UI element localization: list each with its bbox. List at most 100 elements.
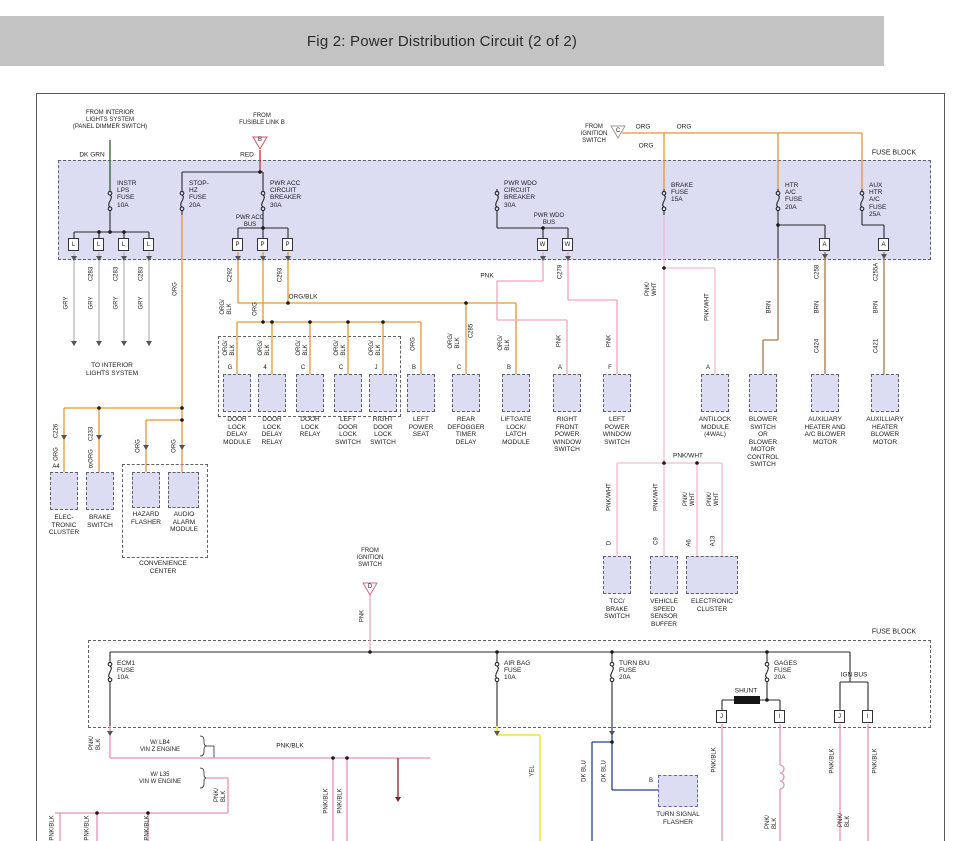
label-wires-door_drops-0: ORG/ BLK <box>223 340 237 355</box>
label-wires-defog_orgblk: ORG/ BLK <box>448 333 462 348</box>
label-fuse_block1-fuses-1: STOP- HZ FUSE 20A <box>189 180 209 209</box>
label-wires-pnkblk_v-8: PNK/ BLK <box>838 813 852 827</box>
label-mid_components-1-label: VEHICLE SPEED SENSOR BUFFER <box>650 598 678 628</box>
label-components-9-label: LEFT POWER WINDOW SWITCH <box>603 416 632 446</box>
component-box <box>701 374 729 412</box>
wires-brown <box>763 252 884 374</box>
label-wires-dk_grn: DK GRN <box>79 152 104 159</box>
label-wires-pnk-0: PNK <box>557 335 564 347</box>
label-components-1-pin: 4 <box>263 365 266 371</box>
source-triangles <box>253 126 625 595</box>
label-fuse_block2-ign_bus: IGN BUS <box>841 672 868 679</box>
label-fuse_block1-pwr_wdo_bus: PWR WDO BUS <box>534 213 564 227</box>
label-wires-gry-0: GRY <box>64 297 71 310</box>
label-turn_signal_flasher-pin: B <box>649 778 653 784</box>
component-box <box>749 374 777 412</box>
component-box <box>132 472 160 508</box>
component-box <box>86 472 114 510</box>
component-box <box>553 374 581 412</box>
label-components-3-pin: C <box>339 365 343 371</box>
label-fuse_block1-fuses-6: AUX HTR A/C FUSE 25A <box>869 182 886 218</box>
label-wires-org_left-3: ORG <box>172 439 179 453</box>
label-components-7-label: LIFTGATE LOCK/ LATCH MODULE <box>501 416 532 446</box>
label-mid_components-2-pin2: A13 <box>711 536 718 547</box>
label-wires-engine_z: W/ LB4 VIN Z ENGINE <box>140 740 180 754</box>
connector-pin: P <box>282 238 293 251</box>
label-left_components-3-label: AUDIO ALARM MODULE <box>170 511 198 534</box>
label-wires-org_left-0: ORG <box>54 447 61 461</box>
label-wires-liftgate_orgblk: ORG/ BLK <box>498 335 512 350</box>
component-box <box>168 472 199 508</box>
label-wires-brn-2: BRN <box>874 301 881 314</box>
label-fuse_block2-fuses-0: ECM1 FUSE 10A <box>117 660 135 682</box>
label-components-5-label: LEFT POWER SEAT <box>409 416 434 439</box>
label-left_components-0-label: ELEC- TRONIC CLUSTER <box>49 514 79 537</box>
label-wires-pnk_h: PNK <box>480 273 493 280</box>
label-wires-org_left-1: ORG <box>89 449 96 463</box>
label-components-2-label: DOOR LOCK RELAY <box>300 416 321 439</box>
label-sources-ignition1_pin: C <box>616 128 620 134</box>
label-wires-pnkblk_v-2: PNK/BLK <box>324 788 331 813</box>
label-wires-pnkwht_drops-2: PNK/ WHT <box>683 492 697 506</box>
label-left_components-0-pin: A4 <box>52 464 59 470</box>
label-mid_components-2-pin: A6 <box>687 539 694 546</box>
label-convenience_center: CONVENIENCE CENTER <box>139 560 187 575</box>
label-fuse_block1-pwr_acc_bus: PWR ACC BUS <box>236 215 264 229</box>
label-components-12-label: AUXILIARY HEATER AND A/C BLOWER MOTOR <box>804 416 845 446</box>
label-components-9-pin: F <box>608 365 612 371</box>
label-wires-door_drops-3: ORG/ BLK <box>334 340 348 355</box>
label-wires-orgblk_left: ORG/ BLK <box>220 299 234 314</box>
label-wires-pnkblk_v-11: PNK/BLK <box>145 815 152 840</box>
component-box <box>223 374 251 412</box>
label-wires-org_top-2: ORG <box>639 143 654 150</box>
connector-pin: I <box>774 710 785 723</box>
label-wires-pnkwht_drops-0: PNK/WHT <box>607 483 614 511</box>
label-fuse_block1-fuses-2: PWR ACC CIRCUIT BREAKER 30A <box>270 180 301 209</box>
component-box <box>258 374 286 412</box>
label-wires-pnkblk_v-4: PNK/BLK <box>712 747 719 772</box>
label-components-10-pin: A <box>706 365 710 371</box>
label-wires-pnkblk_v-7: PNK/BLK <box>873 748 880 773</box>
label-wires-pnkblk_v-0: PNK/ BLK <box>89 736 103 750</box>
label-components-1-label: DOOR LOCK DELAY RELAY <box>262 416 283 446</box>
component-box <box>871 374 899 412</box>
label-components-6-pin: C <box>457 365 461 371</box>
connector-pin: J <box>716 710 727 723</box>
label-wires-pnkblk_v-10: PNK/BLK <box>85 815 92 840</box>
label-sources-ignition2_pin: D <box>368 584 372 590</box>
label-components-8-pin: A <box>558 365 562 371</box>
label-wires-c233: C233 <box>89 427 96 441</box>
label-fuse_block2-title: FUSE BLOCK <box>872 629 916 636</box>
label-wires-pnkwht_drops-3: PNK/ WHT <box>707 492 721 506</box>
connector-pin: W <box>562 238 573 251</box>
component-box <box>650 556 678 594</box>
label-fuse_block1-fuses-3: PWR WDO CIRCUIT BREAKER 30A <box>504 180 537 209</box>
label-wires-pnkwht_h: PNK/WHT <box>673 453 703 460</box>
label-wires-pnkwht_drops-1: PNK/WHT <box>654 483 661 511</box>
label-wires-org_top-1: ORG <box>677 124 692 131</box>
label-wires-org_left-2: ORG <box>136 439 143 453</box>
label-wires-pnk_ign: PNK <box>360 610 367 622</box>
component-box <box>811 374 839 412</box>
label-wires-c283-0: C283 <box>89 267 96 281</box>
label-sources-interior: FROM INTERIOR LIGHTS SYSTEM (PANEL DIMME… <box>73 110 147 131</box>
label-wires-c258: C258 <box>815 265 822 279</box>
wire-yellow <box>497 726 540 841</box>
label-wires-dkblu-0: DK BLU <box>582 760 589 782</box>
label-wires-dkblu-1: DK BLU <box>602 760 609 782</box>
component-box <box>50 472 78 510</box>
component-box <box>296 374 324 412</box>
connector-pin: P <box>232 238 243 251</box>
label-components-13-label: AUXILLIARY HEATER BLOWER MOTOR <box>866 416 903 446</box>
label-fuse_block2-fuses-2: TURN B/U FUSE 20A <box>619 660 650 682</box>
label-wires-pnkblk_v-3: PNK/BLK <box>338 788 345 813</box>
label-wires-yel: YEL <box>530 765 537 776</box>
label-components-10-label: ANTILOCK MODULE (4WAL) <box>699 416 732 439</box>
label-wires-seat_org: ORG <box>411 337 418 351</box>
label-sources-ignition1: FROM IGNITION SWITCH <box>581 124 608 145</box>
connector-pin: L <box>143 238 154 251</box>
label-wires-c424: C424 <box>815 339 822 353</box>
connector-pin: I <box>862 710 873 723</box>
label-wires-pnkblk_v-6: PNK/BLK <box>830 748 837 773</box>
connector-pin: L <box>118 238 129 251</box>
